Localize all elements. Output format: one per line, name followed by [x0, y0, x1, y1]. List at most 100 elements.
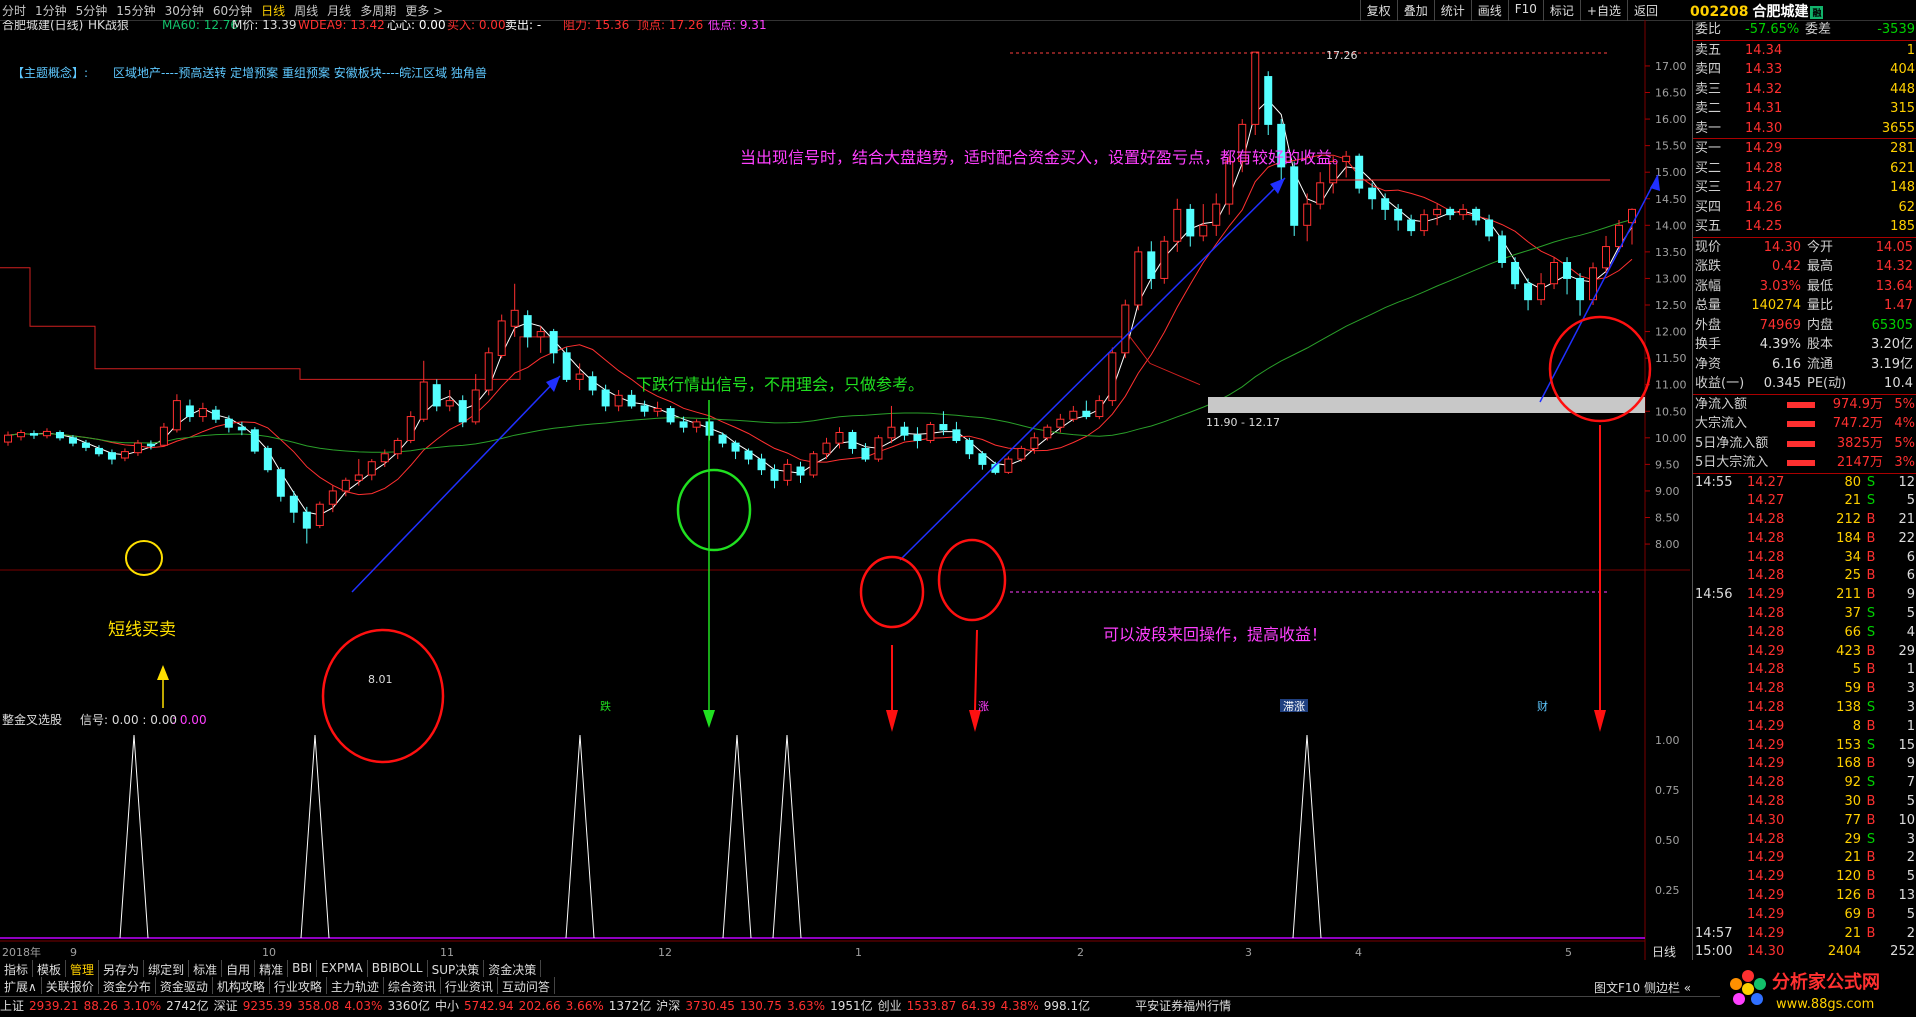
period-tab[interactable]: 月线: [327, 2, 351, 19]
tick-price: 14.28: [1747, 794, 1785, 810]
signal-circle-4: [937, 538, 1007, 622]
annotation-downtrend: 下跌行情出信号，不用理会，只做参考。: [636, 375, 924, 394]
candle-body: [1173, 208, 1182, 242]
kline-chart[interactable]: 合肥城建(日线) HK战狼 MA60: 12.76 M价: 13.39 WDEA…: [0, 20, 1690, 960]
tool-button[interactable]: F10: [1507, 0, 1543, 21]
period-tab[interactable]: 1分钟: [35, 2, 67, 19]
period-tab[interactable]: 30分钟: [165, 2, 204, 19]
indicator-tab[interactable]: 精准: [255, 960, 289, 977]
sell-order-row[interactable]: 卖五 14.34 1: [1693, 41, 1916, 61]
indicator-tab[interactable]: 资金决策: [484, 960, 542, 977]
info-tab[interactable]: 资金驱动: [156, 977, 213, 994]
tool-button[interactable]: 返回: [1626, 0, 1664, 21]
indicator-tab[interactable]: 模板: [33, 960, 67, 977]
buy-order-row[interactable]: 买二 14.28 621: [1693, 159, 1916, 179]
sell-order-row[interactable]: 卖四 14.33 404: [1693, 60, 1916, 80]
sell-order-row[interactable]: 卖二 14.31 315: [1693, 99, 1916, 119]
period-tab[interactable]: 15分钟: [116, 2, 155, 19]
stat-cell: PE(动) 10.4: [1805, 374, 1916, 394]
order-volume: 3655: [1881, 120, 1915, 136]
kline-chart-area[interactable]: 合肥城建(日线) HK战狼 MA60: 12.76 M价: 13.39 WDEA…: [0, 20, 1690, 960]
candle-body: [159, 426, 168, 446]
candle-body: [1433, 208, 1442, 216]
indicator-tab[interactable]: BBIBOLL: [368, 960, 428, 977]
tool-button[interactable]: 统计: [1433, 0, 1471, 21]
tick-price: 14.28: [1747, 624, 1785, 640]
tick-volume: 120: [1836, 869, 1861, 885]
info-tab[interactable]: 扩展∧: [0, 977, 42, 994]
tick-price: 14.28: [1747, 831, 1785, 847]
tool-button[interactable]: 标记: [1542, 0, 1580, 21]
indicator-tab[interactable]: 标准: [189, 960, 223, 977]
info-tab[interactable]: 关联报价: [42, 977, 99, 994]
indicator-tab[interactable]: EXPMA: [317, 960, 368, 977]
candle-body: [289, 495, 298, 513]
candle-body: [1069, 410, 1078, 420]
info-tab[interactable]: 资金分布: [99, 977, 156, 994]
buy-order-row[interactable]: 买四 14.26 62: [1693, 198, 1916, 218]
tool-button[interactable]: 叠加: [1396, 0, 1434, 21]
flow-label: 大宗流入: [1695, 416, 1748, 431]
tick-count: 5: [1906, 869, 1915, 885]
price-tick-label: 12.00: [1655, 326, 1687, 339]
period-tab[interactable]: 多周期: [360, 2, 396, 19]
candle-body: [198, 408, 207, 418]
price-tick-label: 15.00: [1655, 166, 1687, 179]
tool-button[interactable]: 复权: [1359, 0, 1397, 21]
index-value: 3730.45: [685, 999, 735, 1013]
sell-order-row[interactable]: 卖一 14.30 3655: [1693, 119, 1916, 139]
indicator-tab[interactable]: SUP决策: [428, 960, 485, 977]
period-tab[interactable]: 日线: [261, 2, 285, 19]
price-tick-label: 10.50: [1655, 405, 1687, 418]
info-tab[interactable]: 综合资讯: [384, 977, 441, 994]
price-tick-label: 8.00: [1655, 538, 1680, 551]
buy-order-row[interactable]: 买五 14.25 185: [1693, 217, 1916, 237]
candle-body: [367, 461, 376, 476]
indicator-tab[interactable]: 管理: [66, 960, 100, 977]
candle-body: [1303, 203, 1312, 226]
stat-value: 14.05: [1875, 239, 1913, 255]
indicator-tab[interactable]: 绑定到: [144, 960, 190, 977]
tick-count: 22: [1898, 530, 1915, 546]
period-label: 日线: [1652, 945, 1676, 959]
info-tab[interactable]: 主力轨迹: [327, 977, 384, 994]
period-tab[interactable]: 分时: [2, 2, 26, 19]
buy-order-row[interactable]: 买三 14.27 148: [1693, 178, 1916, 198]
candle-body: [1264, 76, 1273, 125]
f10-sidebar-toggle[interactable]: 图文F10 侧边栏 «: [1594, 979, 1691, 996]
indicator-tab[interactable]: 另存为: [99, 960, 145, 977]
sell-order-row[interactable]: 卖三 14.32 448: [1693, 80, 1916, 100]
order-level: 卖五: [1695, 42, 1722, 58]
stat-label: 收益(一): [1695, 376, 1745, 391]
index-value: 9235.39: [242, 999, 293, 1013]
red-arrow-line-2: [974, 629, 978, 711]
index-amount: 998.1亿: [1043, 999, 1091, 1013]
info-tab[interactable]: 机构攻略: [213, 977, 270, 994]
buy-order-row[interactable]: 买一 14.29 281: [1693, 139, 1916, 159]
tick-side: B: [1866, 681, 1876, 697]
candle-body: [94, 447, 103, 455]
tool-button[interactable]: 画线: [1470, 0, 1508, 21]
indicator-tab[interactable]: BBI: [288, 960, 318, 977]
indicator-tab[interactable]: 指标: [0, 960, 34, 977]
period-tab[interactable]: 5分钟: [76, 2, 108, 19]
tick-time: [1693, 511, 1747, 530]
info-tab[interactable]: 互动问答: [498, 977, 555, 994]
tool-button[interactable]: +自选: [1579, 0, 1627, 21]
tick-row: 14.29 126 B 13: [1693, 887, 1916, 906]
fund-flow-row: 5日净流入额 3825万 5%: [1693, 434, 1916, 454]
candle-body: [55, 432, 64, 439]
order-price: 14.34: [1745, 42, 1783, 58]
flow-pct: 5%: [1894, 396, 1915, 412]
period-tab[interactable]: 更多 >: [405, 2, 443, 19]
info-tab[interactable]: 行业资讯: [441, 977, 498, 994]
period-tab[interactable]: 周线: [294, 2, 318, 19]
period-tab[interactable]: 60分钟: [213, 2, 252, 19]
tick-list[interactable]: 14:55 14.27 80 S 12 14.27 21 S 5 14.28 212 B 21 14.28…: [1693, 472, 1916, 963]
info-tab[interactable]: 行业攻略: [270, 977, 327, 994]
indicator-tab[interactable]: 自用: [222, 960, 256, 977]
tick-side: B: [1866, 869, 1876, 885]
tick-count: 1: [1906, 662, 1915, 678]
stat-value: 6.16: [1772, 356, 1801, 372]
order-level: 买五: [1695, 219, 1722, 234]
